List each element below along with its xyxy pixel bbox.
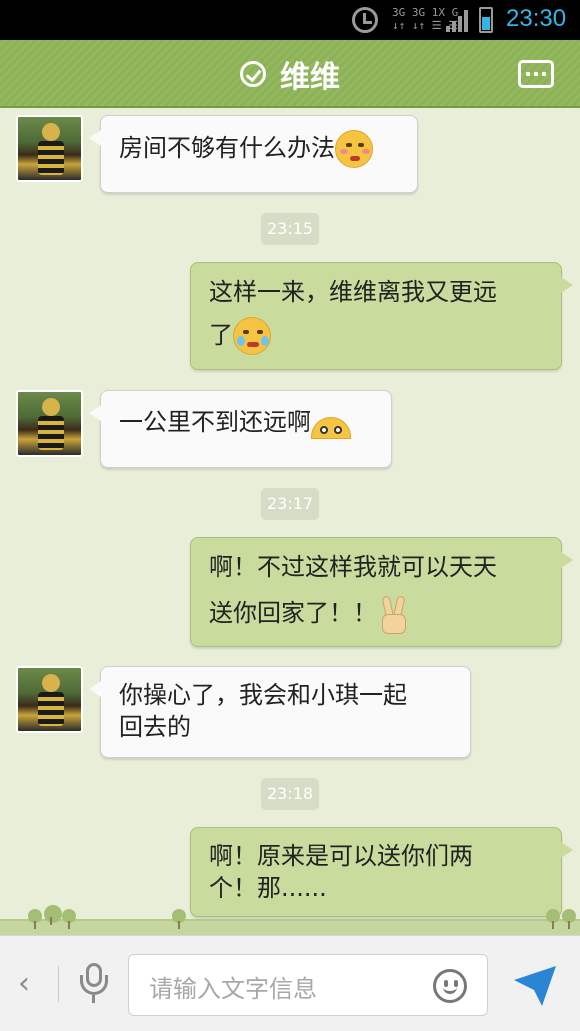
contact-avatar[interactable] xyxy=(16,390,83,457)
battery-icon xyxy=(479,7,493,33)
shy-face-emoji xyxy=(335,130,373,168)
message-timestamp: 23:15 xyxy=(261,213,319,245)
message-text: 房间不够有什么办法 xyxy=(119,134,335,162)
chat-header: 维维 xyxy=(0,40,580,108)
message-text: 一公里不到还远啊 xyxy=(119,408,311,436)
alarm-clock-icon xyxy=(352,7,378,33)
contact-avatar[interactable] xyxy=(16,115,83,182)
incoming-message-bubble[interactable]: 你操心了，我会和小琪一起 回去的 xyxy=(89,666,471,758)
contact-name: 维维 xyxy=(280,60,340,95)
landscape-decoration xyxy=(0,899,580,935)
check-circle-icon xyxy=(240,61,266,87)
outgoing-message-bubble[interactable]: 这样一来，维维离我又更远 了 xyxy=(190,262,573,370)
contact-avatar[interactable] xyxy=(16,666,83,733)
message-timestamp: 23:18 xyxy=(261,778,319,810)
message-text-line1: 啊！原来是可以送你们两 xyxy=(209,842,473,870)
peeking-face-emoji xyxy=(311,417,351,439)
incoming-message-bubble[interactable]: 房间不够有什么办法 xyxy=(89,115,418,193)
message-text-line2: 送你回家了！！ xyxy=(209,599,377,627)
incoming-message-bubble[interactable]: 一公里不到还远啊 xyxy=(89,390,392,468)
crying-face-emoji xyxy=(233,317,271,355)
divider xyxy=(58,966,59,1002)
send-icon[interactable] xyxy=(512,962,558,1008)
outgoing-message-bubble[interactable]: 啊！不过这样我就可以天天 送你回家了！！ xyxy=(190,537,573,647)
more-options-button[interactable] xyxy=(518,60,554,88)
message-text-line1: 啊！不过这样我就可以天天 xyxy=(209,553,497,581)
signal-strength-icon xyxy=(446,10,470,32)
victory-hand-emoji xyxy=(377,594,411,634)
microphone-icon[interactable] xyxy=(80,963,108,1005)
status-time: 23:30 xyxy=(506,5,567,32)
message-text-line1: 你操心了，我会和小琪一起 xyxy=(119,681,407,709)
input-placeholder: 请输入文字信息 xyxy=(149,975,317,1003)
message-timestamp: 23:17 xyxy=(261,488,319,520)
chevron-left-icon[interactable]: ‹ xyxy=(18,966,36,1002)
more-dots-icon xyxy=(526,72,530,76)
smiley-icon[interactable] xyxy=(433,969,467,1003)
message-input-bar: ‹ 请输入文字信息 xyxy=(0,935,580,1031)
message-input[interactable]: 请输入文字信息 xyxy=(128,954,488,1016)
message-list[interactable]: 房间不够有什么办法 23:15 这样一来，维维离我又更远 了 一公里不到还远啊 … xyxy=(0,110,580,935)
message-text-line2: 了 xyxy=(209,321,233,349)
message-text-line2: 回去的 xyxy=(119,713,191,741)
message-text-line1: 这样一来，维维离我又更远 xyxy=(209,278,497,306)
status-bar: 3G 3G 1X G ↓↑ ↓↑ ☰ ☰ 23:30 xyxy=(0,0,580,40)
